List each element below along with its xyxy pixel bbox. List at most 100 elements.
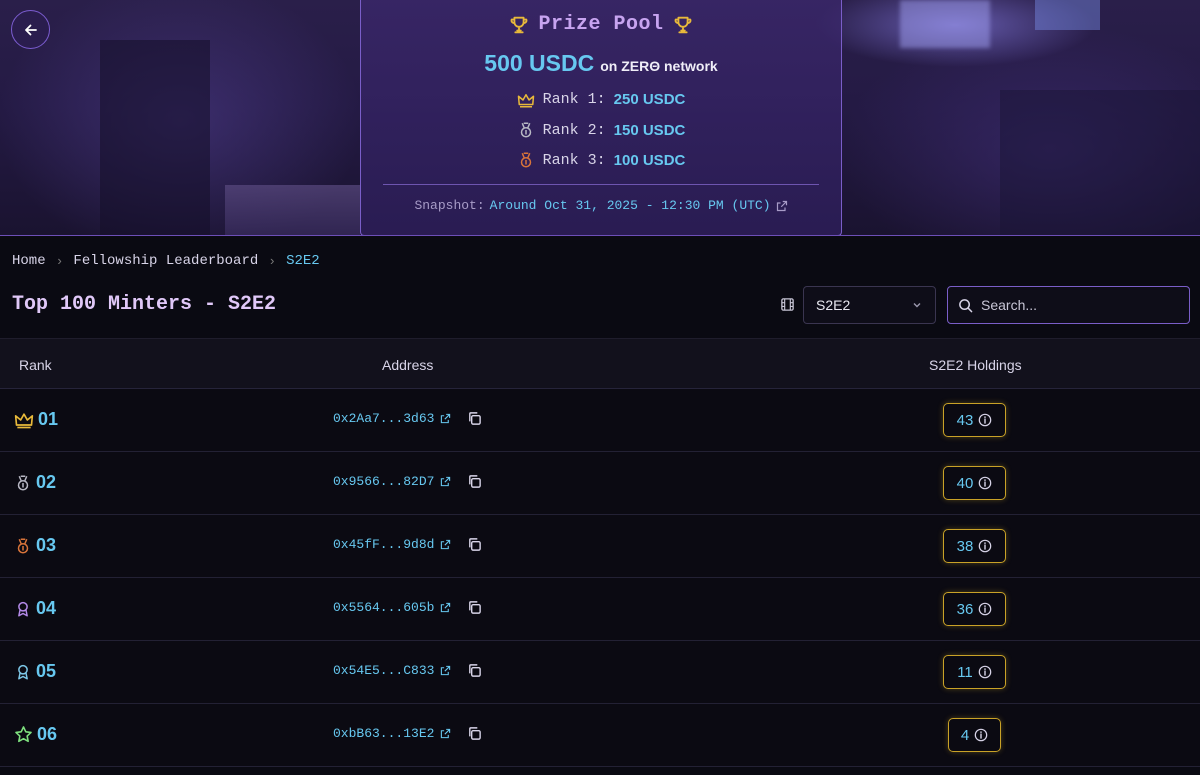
table-row[interactable]: 04 0x5564...605b 36 bbox=[0, 578, 1200, 641]
search-icon bbox=[959, 298, 973, 312]
background-decoration bbox=[225, 185, 360, 235]
table-row[interactable]: 06 0xbB63...13E2 4 bbox=[0, 704, 1200, 767]
prize-network: on ZERΘ network bbox=[600, 58, 718, 74]
copy-button[interactable] bbox=[467, 726, 482, 741]
info-icon[interactable] bbox=[978, 539, 992, 553]
holdings-badge[interactable]: 40 bbox=[943, 466, 1006, 500]
copy-icon bbox=[469, 727, 482, 740]
copy-button[interactable] bbox=[467, 537, 482, 552]
column-header-holdings[interactable]: S2E2 Holdings bbox=[929, 357, 1022, 373]
background-decoration bbox=[1035, 0, 1100, 30]
external-link-icon[interactable] bbox=[440, 665, 451, 676]
search-input[interactable] bbox=[981, 297, 1171, 313]
rank-number: 03 bbox=[36, 535, 57, 555]
rank-number: 05 bbox=[36, 661, 57, 681]
breadcrumb-current: S2E2 bbox=[286, 253, 320, 269]
rank-prize: 150 USDC bbox=[613, 121, 686, 139]
back-button[interactable] bbox=[11, 10, 50, 49]
silver-medal-icon bbox=[520, 122, 531, 138]
holdings-count: 4 bbox=[960, 726, 970, 744]
rank-prize: 250 USDC bbox=[613, 91, 686, 108]
rank-number: 01 bbox=[38, 409, 59, 429]
star-icon bbox=[15, 726, 32, 743]
holdings-badge[interactable]: 38 bbox=[943, 529, 1006, 563]
wallet-address-link[interactable]: 0x45fF...9d8d bbox=[333, 537, 434, 552]
copy-icon bbox=[469, 412, 482, 425]
wallet-address-link[interactable]: 0x9566...82D7 bbox=[333, 474, 434, 489]
copy-icon bbox=[469, 664, 482, 677]
crown-icon bbox=[14, 412, 34, 428]
holdings-count: 11 bbox=[957, 663, 973, 681]
table-row[interactable]: 05 0x54E5...C833 11 bbox=[0, 641, 1200, 704]
chevron-down-icon bbox=[913, 303, 921, 308]
crown-icon bbox=[517, 93, 534, 107]
copy-icon bbox=[469, 475, 482, 488]
copy-button[interactable] bbox=[467, 474, 482, 489]
holdings-badge[interactable]: 43 bbox=[943, 403, 1006, 437]
external-link-icon[interactable] bbox=[440, 728, 451, 739]
holdings-badge[interactable]: 11 bbox=[943, 655, 1006, 689]
table-header: Rank Address S2E2 Holdings bbox=[0, 338, 1200, 389]
rank-number: 06 bbox=[37, 724, 58, 744]
hero-banner: Prize Pool 500 USDC on ZERΘ network Rank… bbox=[0, 0, 1200, 236]
external-link-icon[interactable] bbox=[440, 602, 451, 613]
table-row[interactable]: 03 0x45fF...9d8d 38 bbox=[0, 515, 1200, 578]
wallet-address-link[interactable]: 0x2Aa7...3d63 bbox=[333, 411, 434, 426]
table-row[interactable]: 02 0x9566...82D7 40 bbox=[0, 452, 1200, 515]
rank-prize: 100 USDC bbox=[613, 151, 686, 169]
holdings-count: 43 bbox=[956, 411, 974, 429]
breadcrumb: Home › Fellowship Leaderboard › S2E2 bbox=[12, 253, 320, 269]
info-icon[interactable] bbox=[974, 728, 988, 742]
copy-button[interactable] bbox=[467, 411, 482, 426]
holdings-badge[interactable]: 36 bbox=[943, 592, 1006, 626]
column-header-address[interactable]: Address bbox=[382, 357, 433, 373]
breadcrumb-leaderboard[interactable]: Fellowship Leaderboard bbox=[73, 253, 258, 269]
ribbon-icon bbox=[18, 664, 28, 679]
chevron-right-icon: › bbox=[268, 253, 277, 269]
prize-pool-card: Prize Pool 500 USDC on ZERΘ network Rank… bbox=[360, 0, 842, 235]
rank-label: Rank 3: bbox=[542, 151, 606, 169]
info-icon[interactable] bbox=[978, 602, 992, 616]
prize-rank-3: Rank 3: 100 USDC bbox=[361, 151, 841, 169]
search-box[interactable] bbox=[947, 286, 1190, 324]
trophy-icon bbox=[674, 16, 691, 33]
rank-number: 02 bbox=[36, 472, 57, 492]
external-link-icon[interactable] bbox=[776, 200, 788, 212]
season-select[interactable]: S2E2 bbox=[803, 286, 936, 324]
ribbon-icon bbox=[18, 601, 28, 616]
breadcrumb-home[interactable]: Home bbox=[12, 253, 46, 269]
copy-button[interactable] bbox=[467, 663, 482, 678]
holdings-badge[interactable]: 4 bbox=[948, 718, 1001, 752]
table-row[interactable]: 01 0x2Aa7...3d63 43 bbox=[0, 389, 1200, 452]
rank-label: Rank 2: bbox=[542, 121, 606, 139]
arrow-left-icon bbox=[24, 24, 37, 35]
holdings-count: 36 bbox=[956, 600, 974, 618]
prize-pool-title: Prize Pool bbox=[538, 13, 664, 36]
info-icon[interactable] bbox=[978, 665, 992, 679]
external-link-icon[interactable] bbox=[440, 476, 451, 487]
film-icon bbox=[781, 298, 794, 311]
snapshot-value[interactable]: Around Oct 31, 2025 - 12:30 PM (UTC) bbox=[490, 198, 771, 213]
rank-label: Rank 1: bbox=[542, 91, 606, 108]
wallet-address-link[interactable]: 0x5564...605b bbox=[333, 600, 434, 615]
background-decoration bbox=[100, 40, 210, 235]
wallet-address-link[interactable]: 0xbB63...13E2 bbox=[333, 726, 434, 741]
info-icon[interactable] bbox=[978, 476, 992, 490]
wallet-address-link[interactable]: 0x54E5...C833 bbox=[333, 663, 434, 678]
snapshot-info: Snapshot: Around Oct 31, 2025 - 12:30 PM… bbox=[361, 198, 841, 213]
holdings-count: 40 bbox=[956, 474, 974, 492]
copy-icon bbox=[469, 601, 482, 614]
trophy-icon bbox=[511, 16, 528, 33]
info-icon[interactable] bbox=[978, 413, 992, 427]
season-select-value: S2E2 bbox=[816, 297, 851, 313]
rank-number: 04 bbox=[36, 598, 57, 618]
external-link-icon[interactable] bbox=[440, 413, 451, 424]
snapshot-label: Snapshot: bbox=[414, 198, 485, 213]
column-header-rank[interactable]: Rank bbox=[19, 357, 52, 373]
silver-medal-icon bbox=[17, 475, 29, 490]
copy-button[interactable] bbox=[467, 600, 482, 615]
background-decoration bbox=[1000, 90, 1200, 235]
external-link-icon[interactable] bbox=[440, 539, 451, 550]
bronze-medal-icon bbox=[17, 538, 29, 553]
page-title: Top 100 Minters - S2E2 bbox=[12, 293, 277, 316]
